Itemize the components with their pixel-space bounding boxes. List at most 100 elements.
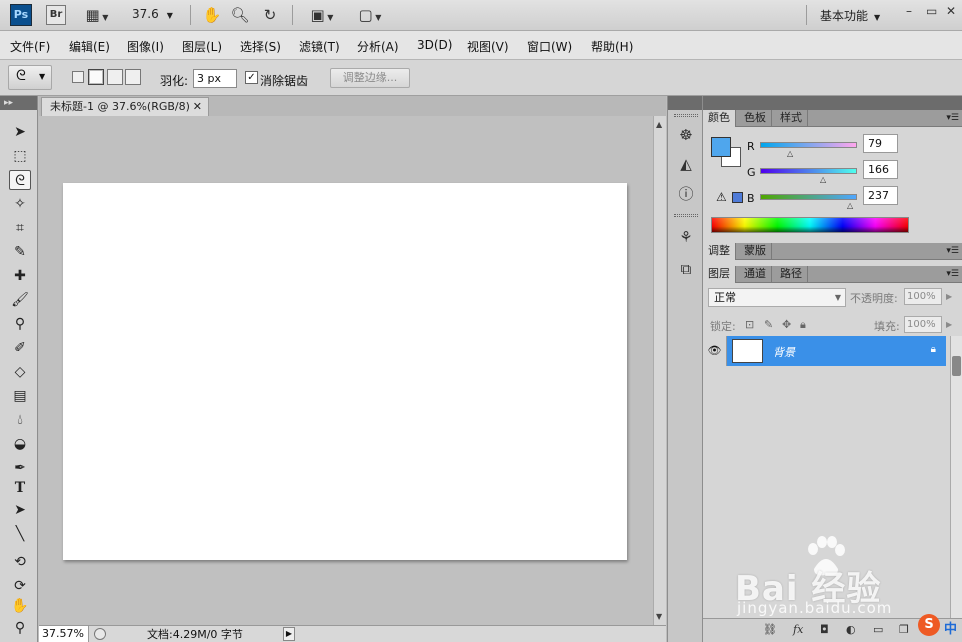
blur-tool-icon[interactable]: 💧︎: [9, 410, 31, 430]
hand-tool-icon[interactable]: ✋: [202, 5, 222, 25]
menu-select[interactable]: 选择(S): [240, 38, 281, 55]
panel-menu-icon[interactable]: ▾☰: [946, 243, 959, 259]
menu-layer[interactable]: 图层(L): [182, 38, 222, 55]
tab-adjustments[interactable]: 调整: [703, 243, 736, 260]
maximize-button[interactable]: ▭: [926, 4, 937, 18]
menu-analysis[interactable]: 分析(A): [357, 38, 399, 55]
red-slider[interactable]: △: [760, 142, 857, 158]
info-icon[interactable]: ⓘ: [675, 183, 697, 205]
healing-brush-tool-icon[interactable]: ✚: [9, 266, 31, 286]
rotate-view-icon[interactable]: ↻: [260, 5, 280, 25]
menu-edit[interactable]: 编辑(E): [69, 38, 110, 55]
menu-file[interactable]: 文件(F): [10, 38, 50, 55]
layer-row[interactable]: 👁︎ 背景 🔒︎: [703, 336, 946, 366]
menu-help[interactable]: 帮助(H): [591, 38, 633, 55]
subtract-from-selection-icon[interactable]: [107, 69, 123, 85]
canvas[interactable]: [63, 183, 627, 560]
menu-window[interactable]: 窗口(W): [527, 38, 572, 55]
tool-preset-picker[interactable]: ᘓ ▼: [8, 65, 52, 90]
arrange-documents-dropdown[interactable]: ▣ ▼: [304, 5, 340, 25]
dodge-tool-icon[interactable]: ◒: [9, 434, 31, 454]
minimize-button[interactable]: –: [906, 4, 912, 18]
brush-tool-icon[interactable]: 🖌︎: [9, 290, 31, 310]
workspace-switcher[interactable]: 基本功能 ▼: [820, 7, 880, 24]
green-slider[interactable]: △: [760, 168, 857, 184]
document-tab[interactable]: 未标题-1 @ 37.6%(RGB/8) ✕: [41, 97, 209, 116]
status-zoom-field[interactable]: 37.57%: [39, 626, 89, 642]
navigator-icon[interactable]: ☸: [675, 124, 697, 146]
histogram-icon[interactable]: ◭: [675, 153, 697, 175]
feather-input[interactable]: 3 px: [193, 69, 237, 88]
layer-name[interactable]: 背景: [773, 344, 795, 360]
tab-layers[interactable]: 图层: [703, 266, 736, 283]
zoom-tool-icon[interactable]: ⚲: [9, 618, 31, 638]
path-selection-tool-icon[interactable]: ➤: [9, 500, 31, 520]
eyedropper-tool-icon[interactable]: ✎: [9, 242, 31, 262]
line-tool-icon[interactable]: ╲: [9, 524, 31, 544]
3d-rotate-tool-icon[interactable]: ⟲: [9, 552, 31, 572]
refine-edge-button[interactable]: 调整边缘...: [330, 68, 410, 88]
lock-all-icon[interactable]: 🔒︎: [800, 318, 806, 332]
foreground-color-swatch[interactable]: [711, 137, 731, 157]
fx-icon[interactable]: fx: [793, 623, 803, 636]
close-icon[interactable]: ✕: [193, 98, 202, 116]
new-group-icon[interactable]: ▭: [873, 623, 883, 636]
antialias-checkbox[interactable]: ✓: [245, 71, 258, 84]
new-selection-icon[interactable]: [72, 71, 84, 83]
collapse-icon[interactable]: ▸▸: [0, 96, 37, 110]
link-layers-icon[interactable]: ⛓: [763, 623, 777, 636]
slider-thumb-icon[interactable]: △: [820, 175, 826, 184]
document-workspace[interactable]: [39, 116, 653, 625]
hand-tool-icon[interactable]: ✋: [9, 596, 31, 616]
eye-icon[interactable]: 👁︎: [703, 336, 727, 366]
crop-tool-icon[interactable]: ⌗: [9, 218, 31, 238]
bridge-launch-button[interactable]: Br: [46, 5, 66, 25]
red-value-input[interactable]: 79: [863, 134, 898, 153]
move-tool-icon[interactable]: ➤: [9, 122, 31, 142]
color-spectrum-bar[interactable]: [711, 217, 909, 233]
chevron-right-icon[interactable]: ▶: [946, 292, 952, 301]
slider-thumb-icon[interactable]: △: [847, 201, 853, 210]
tab-swatches[interactable]: 色板: [739, 110, 772, 127]
scroll-down-icon[interactable]: ▼: [656, 612, 662, 621]
type-tool-icon[interactable]: T: [9, 478, 31, 498]
layers-scrollbar[interactable]: [950, 336, 962, 626]
add-mask-icon[interactable]: ◘: [820, 623, 829, 636]
clone-stamp-tool-icon[interactable]: ⚲: [9, 314, 31, 334]
brushes-icon[interactable]: ⚘: [675, 226, 697, 248]
3d-orbit-tool-icon[interactable]: ⟳: [9, 576, 31, 596]
lock-image-icon[interactable]: ✎: [764, 318, 773, 331]
scroll-up-icon[interactable]: ▲: [656, 120, 662, 129]
add-to-selection-icon[interactable]: [88, 69, 104, 85]
view-extras-dropdown[interactable]: ▦ ▼: [80, 5, 114, 25]
marquee-tool-icon[interactable]: ⬚: [9, 146, 31, 166]
vertical-scrollbar[interactable]: ▲ ▼: [653, 116, 666, 625]
zoom-tool-icon[interactable]: 🔍︎: [230, 5, 250, 25]
magic-wand-tool-icon[interactable]: ✧: [9, 194, 31, 214]
status-menu-arrow-icon[interactable]: ▶: [283, 627, 295, 641]
blue-slider[interactable]: △: [760, 194, 857, 210]
scrollbar-thumb[interactable]: [952, 356, 961, 376]
slider-thumb-icon[interactable]: △: [787, 149, 793, 158]
menu-image[interactable]: 图像(I): [127, 38, 164, 55]
out-of-gamut-warning-icon[interactable]: ⚠: [716, 190, 727, 204]
clone-source-icon[interactable]: ⧉: [675, 258, 697, 280]
status-info-icon[interactable]: [94, 628, 106, 640]
ime-logo-icon[interactable]: S: [918, 614, 940, 636]
panel-menu-icon[interactable]: ▾☰: [946, 266, 959, 282]
gamut-swatch[interactable]: [732, 192, 743, 203]
tab-channels[interactable]: 通道: [739, 266, 772, 283]
lock-transparent-icon[interactable]: ⊡: [745, 318, 754, 331]
tab-paths[interactable]: 路径: [775, 266, 808, 283]
screen-mode-dropdown[interactable]: ▢ ▼: [352, 5, 388, 25]
new-layer-icon[interactable]: ❐: [899, 623, 909, 636]
menu-filter[interactable]: 滤镜(T): [299, 38, 340, 55]
close-button[interactable]: ✕: [946, 4, 956, 18]
intersect-selection-icon[interactable]: [125, 69, 141, 85]
collapse-icon[interactable]: [668, 96, 702, 110]
chevron-right-icon[interactable]: ▶: [946, 320, 952, 329]
eraser-tool-icon[interactable]: ◇: [9, 362, 31, 382]
menu-view[interactable]: 视图(V): [467, 38, 509, 55]
opacity-input[interactable]: 100%: [904, 288, 942, 305]
panel-menu-icon[interactable]: ▾☰: [946, 110, 959, 126]
